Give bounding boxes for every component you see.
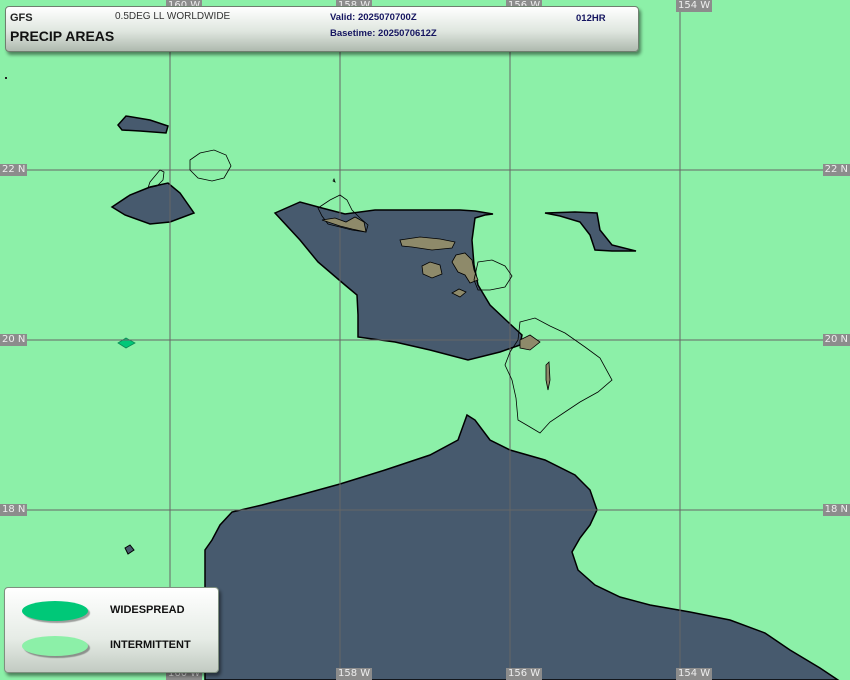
- valid-time: Valid: 2025070700Z: [330, 12, 417, 23]
- forecast-hour: 012HR: [576, 13, 606, 24]
- map-marker-dot: [5, 77, 7, 79]
- lat-label-right-18n: 18 N: [822, 504, 850, 516]
- lon-label-bottom-154w: 154 W: [676, 668, 713, 680]
- lon-label-bottom-158w: 158 W: [336, 668, 373, 680]
- legend-label-widespread: WIDESPREAD: [110, 604, 185, 616]
- base-time: Basetime: 2025070612Z: [330, 28, 437, 39]
- lat-label-left-22n: 22 N: [0, 164, 28, 176]
- legend-item-widespread: WIDESPREAD: [5, 599, 218, 623]
- legend-panel: WIDESPREAD INTERMITTENT: [4, 587, 219, 673]
- product-title: PRECIP AREAS: [10, 28, 115, 44]
- lon-label-top-154w: 154 W: [676, 0, 713, 12]
- header-panel: GFS 0.5DEG LL WORLDWIDE PRECIP AREAS Val…: [5, 6, 639, 52]
- grid-resolution: 0.5DEG LL WORLDWIDE: [115, 11, 231, 22]
- lat-label-left-20n: 20 N: [0, 334, 28, 346]
- legend-label-intermittent: INTERMITTENT: [110, 639, 191, 651]
- legend-swatch-intermittent: [22, 636, 88, 656]
- precip-map: [0, 0, 850, 680]
- model-name: GFS: [10, 12, 33, 24]
- legend-swatch-widespread: [22, 601, 88, 621]
- lat-label-right-22n: 22 N: [822, 164, 850, 176]
- lat-label-left-18n: 18 N: [0, 504, 28, 516]
- lon-label-bottom-156w: 156 W: [506, 668, 543, 680]
- legend-item-intermittent: INTERMITTENT: [5, 634, 218, 658]
- lat-label-right-20n: 20 N: [822, 334, 850, 346]
